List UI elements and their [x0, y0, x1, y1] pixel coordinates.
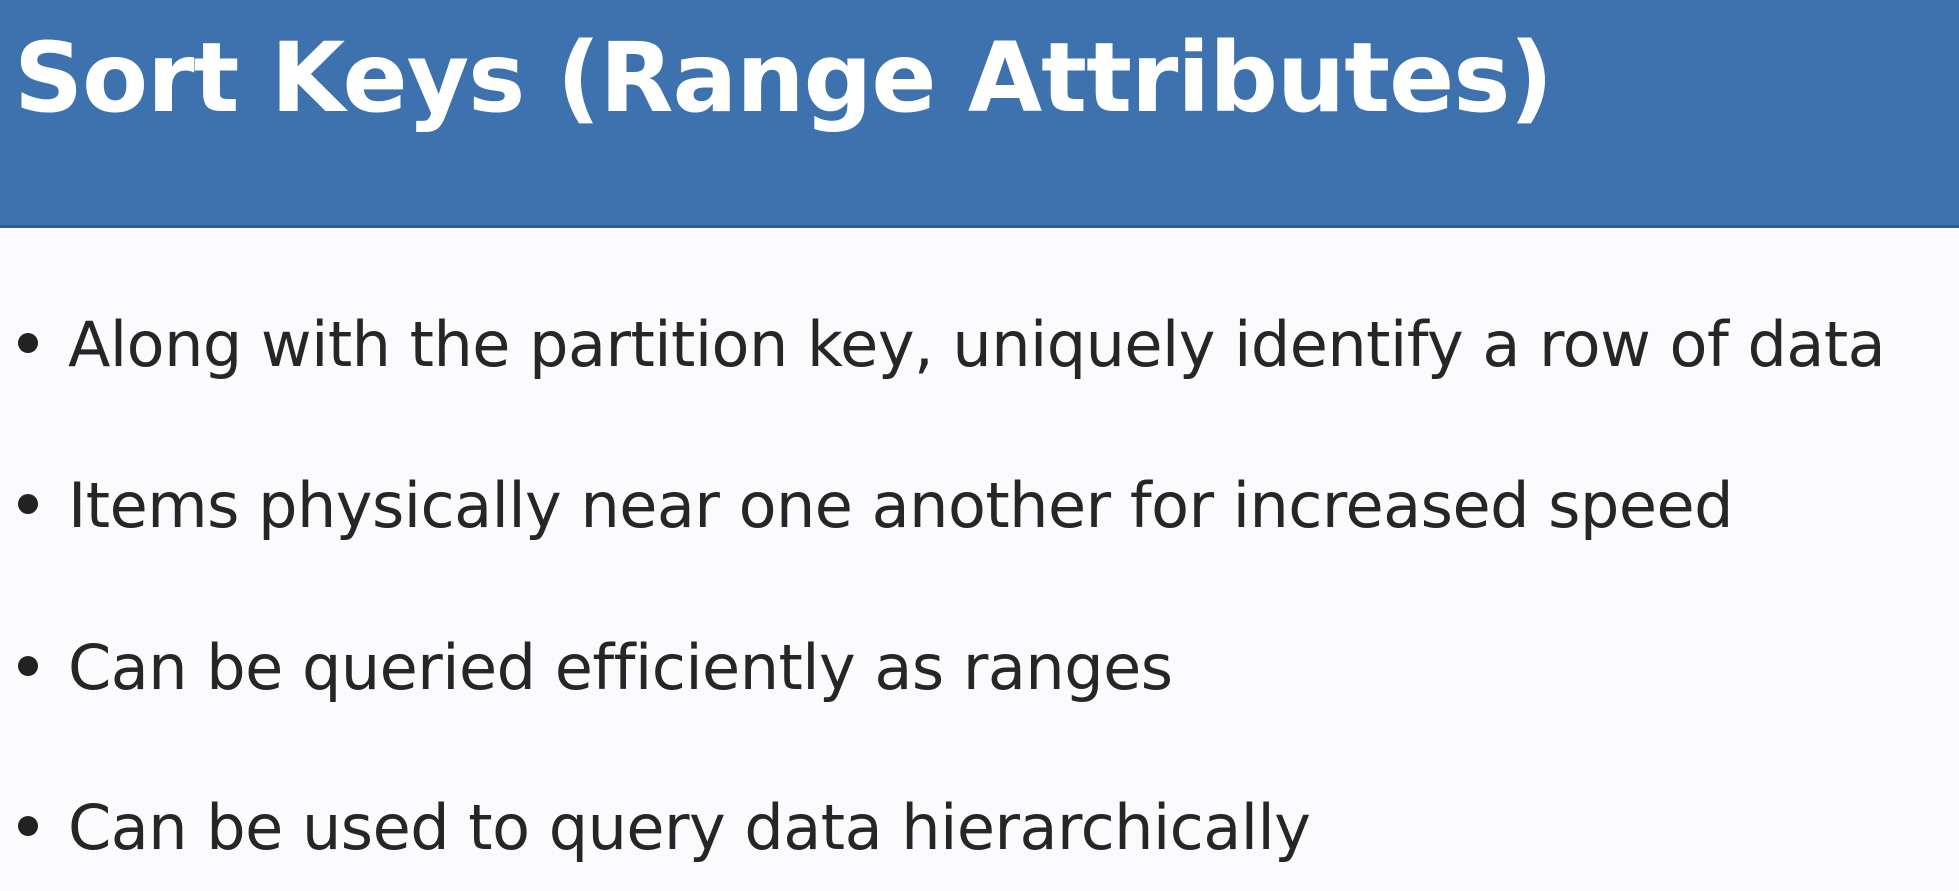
bullet-text: Items physically near one another for in…	[68, 469, 1733, 542]
bullet-text: Along with the partition key, uniquely i…	[68, 308, 1886, 381]
bullet-item: Along with the partition key, uniquely i…	[0, 305, 1959, 385]
slide: Sort Keys (Range Attributes) Along with …	[0, 0, 1959, 891]
bullet-item: Items physically near one another for in…	[0, 466, 1959, 546]
bullet-item: Can be used to query data hierarchically	[0, 788, 1959, 868]
slide-title: Sort Keys (Range Attributes)	[14, 22, 1553, 134]
bullet-text: Can be used to query data hierarchically	[68, 791, 1311, 864]
title-bar: Sort Keys (Range Attributes)	[0, 0, 1959, 228]
bullet-text: Can be queried efficiently as ranges	[68, 631, 1173, 704]
bullet-dot-icon	[18, 494, 38, 514]
bullet-item: Can be queried efficiently as ranges	[0, 628, 1959, 708]
bullet-dot-icon	[18, 333, 38, 353]
bullet-dot-icon	[18, 656, 38, 676]
bullet-dot-icon	[18, 816, 38, 836]
